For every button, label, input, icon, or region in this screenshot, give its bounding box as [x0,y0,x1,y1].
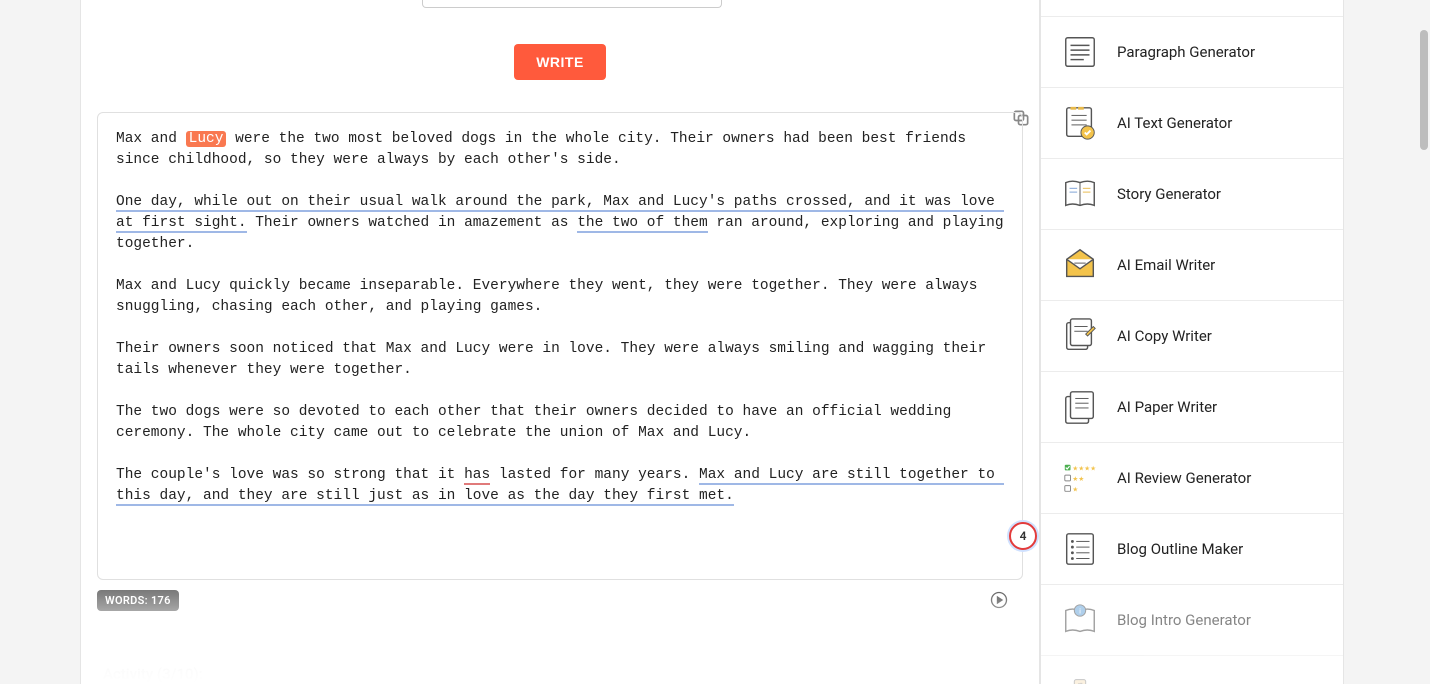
text: Max and [116,131,186,147]
svg-text:★: ★ [1072,485,1078,493]
papers-icon [1061,388,1099,426]
prompt-input-remnant[interactable] [422,0,722,8]
sidebar-item-label: AI Paper Writer [1117,398,1217,416]
stars-icon: ★★★★ ★★ ★ [1061,459,1099,497]
sidebar-item-blog-intro-generator[interactable]: i Blog Intro Generator [1041,585,1343,656]
svg-text:i: i [1079,606,1081,615]
sidebar-item-ai-review-generator[interactable]: ★★★★ ★★ ★ AI Review Generator [1041,443,1343,514]
email-icon [1061,246,1099,284]
sidebar-item-paragraph-generator[interactable]: Paragraph Generator [1041,17,1343,88]
intro-icon: i [1061,601,1099,639]
sidebar-item-ai-paper-writer[interactable]: AI Paper Writer [1041,372,1343,443]
main-content: WRITE Max and Lucy were the two most bel… [80,0,1040,684]
sidebar-item-label: AI Email Writer [1117,256,1215,274]
book-icon [1061,175,1099,213]
play-icon[interactable] [990,549,1008,567]
tagline-icon: ❝❞ [1061,672,1099,684]
outline-icon [1061,530,1099,568]
sidebar-item-cut[interactable] [1041,0,1343,17]
grammar-underline[interactable]: has [464,467,490,485]
text: Their owners watched in amazement as [247,215,578,231]
copy-pencil-icon [1061,317,1099,355]
scrollbar-thumb[interactable] [1420,30,1428,150]
text: Their owners soon noticed that Max and L… [116,341,995,378]
highlighted-word[interactable]: Lucy [186,131,227,147]
right-gutter [1344,0,1430,684]
tools-sidebar: Paragraph Generator AI Text Generator [1040,0,1344,684]
svg-text:★★: ★★ [1072,475,1084,483]
sidebar-item-label: AI Text Generator [1117,114,1232,132]
suggestion-underline[interactable]: the two of them [577,215,708,233]
word-count-badge: WORDS: 176 [97,590,179,611]
sidebar-item-story-generator[interactable]: Story Generator [1041,159,1343,230]
sidebar-item-ai-text-generator[interactable]: AI Text Generator [1041,88,1343,159]
text: Max and Lucy quickly became inseparable.… [116,278,986,315]
generated-text-output[interactable]: Max and Lucy were the two most beloved d… [97,112,1023,580]
sidebar-item-label: AI Copy Writer [1117,327,1212,345]
sidebar-item-blog-outline-maker[interactable]: Blog Outline Maker [1041,514,1343,585]
activity-label: Activity (3/10): [103,665,1039,683]
sidebar-item-label: Story Generator [1117,185,1221,203]
svg-text:★★★★: ★★★★ [1072,464,1096,472]
sidebar-item-ai-copy-writer[interactable]: AI Copy Writer [1041,301,1343,372]
sidebar-item-label: Blog Intro Generator [1117,611,1251,629]
sidebar-item-label: Blog Outline Maker [1117,540,1243,558]
sidebar-item-website-tagline-maker[interactable]: ❝❞ Website Tagline Maker [1041,656,1343,684]
sidebar-item-label: Paragraph Generator [1117,43,1255,61]
write-button[interactable]: WRITE [514,44,606,80]
text: The two dogs were so devoted to each oth… [116,404,960,441]
suggestion-count-badge[interactable]: 4 [1009,522,1037,550]
text: lasted for many years. [490,467,699,483]
text: The couple's love was so strong that it [116,467,464,483]
text-check-icon [1061,104,1099,142]
paragraph-icon [1061,33,1099,71]
sidebar-item-ai-email-writer[interactable]: AI Email Writer [1041,230,1343,301]
sidebar-item-label: AI Review Generator [1117,469,1251,487]
text: were the two most beloved dogs in the wh… [116,131,975,168]
